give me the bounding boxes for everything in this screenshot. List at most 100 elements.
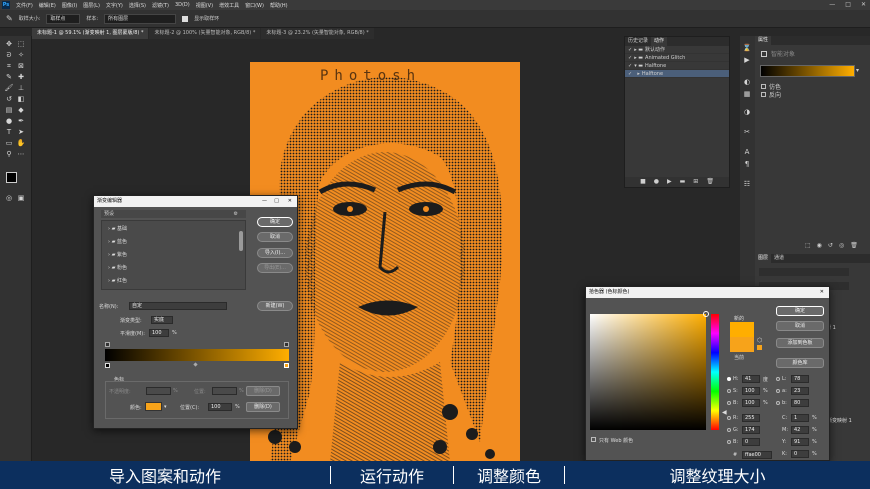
cancel-button[interactable]: 取消 [257, 232, 293, 242]
visibility-icon[interactable]: ◎ [839, 242, 844, 249]
character-panel-icon[interactable]: A [742, 148, 752, 157]
menu-view[interactable]: 视图(V) [196, 2, 213, 9]
stamp-tool-icon[interactable]: ⊥ [16, 84, 26, 93]
preset-folder-row[interactable]: › ▰ 基础 [108, 225, 127, 232]
checkmark-icon[interactable]: ✓ [628, 62, 632, 70]
midpoint-diamond[interactable] [193, 362, 198, 367]
preset-folder-row[interactable]: › ▰ 蓝色 [108, 238, 127, 245]
eyedropper-icon[interactable]: ✎ [6, 14, 13, 23]
color-stop-left[interactable] [105, 363, 110, 368]
opacity-field[interactable] [146, 387, 171, 395]
presets-header[interactable]: 预设 ⚙ [101, 210, 246, 218]
layer-filter-bar[interactable] [759, 268, 849, 276]
marquee-tool-icon[interactable]: ⬚ [16, 40, 26, 49]
play-icon[interactable]: ▶ [667, 177, 672, 187]
close-icon[interactable]: ✕ [861, 1, 866, 8]
import-button[interactable]: 导入(I)... [257, 248, 293, 258]
gradient-bar[interactable] [105, 349, 289, 361]
current-color-preview[interactable] [730, 337, 754, 352]
gear-icon[interactable]: ⚙ [234, 210, 238, 218]
saturation-field[interactable]: 100 [742, 387, 760, 395]
dither-checkbox[interactable] [761, 84, 766, 89]
saturation-radio[interactable] [727, 389, 731, 393]
screen-mode-icon[interactable]: ▣ [16, 194, 26, 203]
dodge-tool-icon[interactable]: ● [4, 117, 14, 126]
tab-properties[interactable]: 属性 [755, 36, 772, 45]
preset-folder-row[interactable]: › ▰ 紫色 [108, 251, 127, 258]
swatches-panel-icon[interactable]: ▦ [742, 90, 752, 99]
layer-name-label-2[interactable]: 渐变映射 1 [827, 417, 852, 424]
menu-help[interactable]: 帮助(H) [270, 2, 288, 9]
chevron-down-icon[interactable]: ▾ [856, 67, 859, 74]
menu-type[interactable]: 文字(Y) [106, 2, 123, 9]
presets-scrollbar[interactable] [239, 231, 243, 251]
frame-tool-icon[interactable]: ⊠ [16, 62, 26, 71]
opacity-stop-left[interactable] [105, 342, 110, 347]
color-panel-icon[interactable]: ◐ [742, 78, 752, 87]
history-panel-icon[interactable]: ⌛ [742, 44, 752, 53]
path-select-icon[interactable]: ➤ [16, 128, 26, 137]
green-field[interactable]: 174 [742, 426, 760, 434]
cyan-field[interactable]: 1 [791, 414, 809, 422]
smoothness-field[interactable]: 100 [149, 329, 169, 337]
brush-tool-icon[interactable]: 🖌 [4, 84, 14, 93]
menu-image[interactable]: 图像(I) [62, 2, 77, 9]
checkmark-icon[interactable]: ✓ [628, 70, 632, 78]
move-tool-icon[interactable]: ✥ [4, 40, 14, 49]
websafe-swatch-icon[interactable] [757, 345, 762, 350]
action-set-row[interactable]: ✓ ▾ ▬ Halftone [625, 62, 729, 70]
close-icon[interactable]: ✕ [288, 196, 292, 207]
lasso-tool-icon[interactable]: ᘐ [4, 51, 14, 60]
pen-tool-icon[interactable]: ✒ [16, 117, 26, 126]
actions-panel-icon[interactable]: ▶ [742, 56, 752, 65]
menu-3d[interactable]: 3D(D) [175, 2, 190, 8]
view-previous-icon[interactable]: ◉ [817, 242, 822, 249]
menu-select[interactable]: 选择(S) [129, 2, 146, 9]
delete-opacity-stop-button[interactable]: 删除(D) [246, 386, 280, 396]
brightness-field[interactable]: 100 [742, 399, 760, 407]
foreground-color-swatch[interactable] [6, 172, 17, 183]
show-ring-checkbox[interactable] [182, 15, 189, 22]
quick-select-tool-icon[interactable]: ✧ [16, 51, 26, 60]
lab-b-field[interactable]: 80 [791, 399, 809, 407]
blur-tool-icon[interactable]: ◆ [16, 106, 26, 115]
ok-button[interactable]: 确定 [257, 217, 293, 227]
sample-select[interactable]: 所有图层 [104, 13, 177, 24]
red-radio[interactable] [727, 416, 731, 420]
lab-b-radio[interactable] [776, 401, 780, 405]
minimize-icon[interactable]: — [829, 1, 835, 8]
lab-l-radio[interactable] [776, 377, 780, 381]
cube-icon[interactable]: ⬡ [757, 337, 762, 344]
blue-radio[interactable] [727, 440, 731, 444]
sample-size-select[interactable]: 取样点 [46, 13, 81, 24]
tab-layers[interactable]: 图层 [755, 254, 772, 263]
stop-icon[interactable]: ■ [640, 177, 646, 187]
paragraph-panel-icon[interactable]: ¶ [742, 160, 752, 169]
brush-panel-icon[interactable]: ✂ [742, 128, 752, 137]
reset-icon[interactable]: ↺ [828, 242, 833, 249]
hex-field[interactable]: ffae00 [742, 451, 772, 459]
maximize-icon[interactable]: □ [845, 1, 851, 8]
web-colors-checkbox[interactable] [591, 437, 596, 442]
export-button[interactable]: 导出(E)... [257, 263, 293, 273]
opacity-location-field[interactable] [212, 387, 237, 395]
preset-folder-row[interactable]: › ▰ 红色 [108, 277, 127, 284]
glyphs-panel-icon[interactable]: ☷ [742, 180, 752, 189]
tab-document-1[interactable]: 未标题-1 @ 59.1% (渐变映射 1, 图层蒙版/8) * [32, 28, 149, 39]
gradient-type-select[interactable]: 实底 [151, 316, 173, 324]
eyedropper-tool-icon[interactable]: ✎ [4, 73, 14, 82]
lab-l-field[interactable]: 78 [791, 375, 809, 383]
blue-field[interactable]: 0 [742, 438, 760, 446]
lab-a-radio[interactable] [776, 389, 780, 393]
black-field[interactable]: 0 [791, 450, 809, 458]
lab-a-field[interactable]: 23 [791, 387, 809, 395]
green-radio[interactable] [727, 428, 731, 432]
red-field[interactable]: 255 [742, 414, 760, 422]
minimize-icon[interactable]: — [262, 196, 267, 207]
new-gradient-button[interactable]: 新建(W) [257, 301, 293, 311]
menu-window[interactable]: 窗口(W) [245, 2, 264, 9]
saturation-brightness-field[interactable] [590, 311, 709, 430]
history-brush-icon[interactable]: ↺ [4, 95, 14, 104]
hue-radio[interactable] [727, 377, 731, 381]
name-field[interactable]: 自定 [129, 302, 227, 310]
